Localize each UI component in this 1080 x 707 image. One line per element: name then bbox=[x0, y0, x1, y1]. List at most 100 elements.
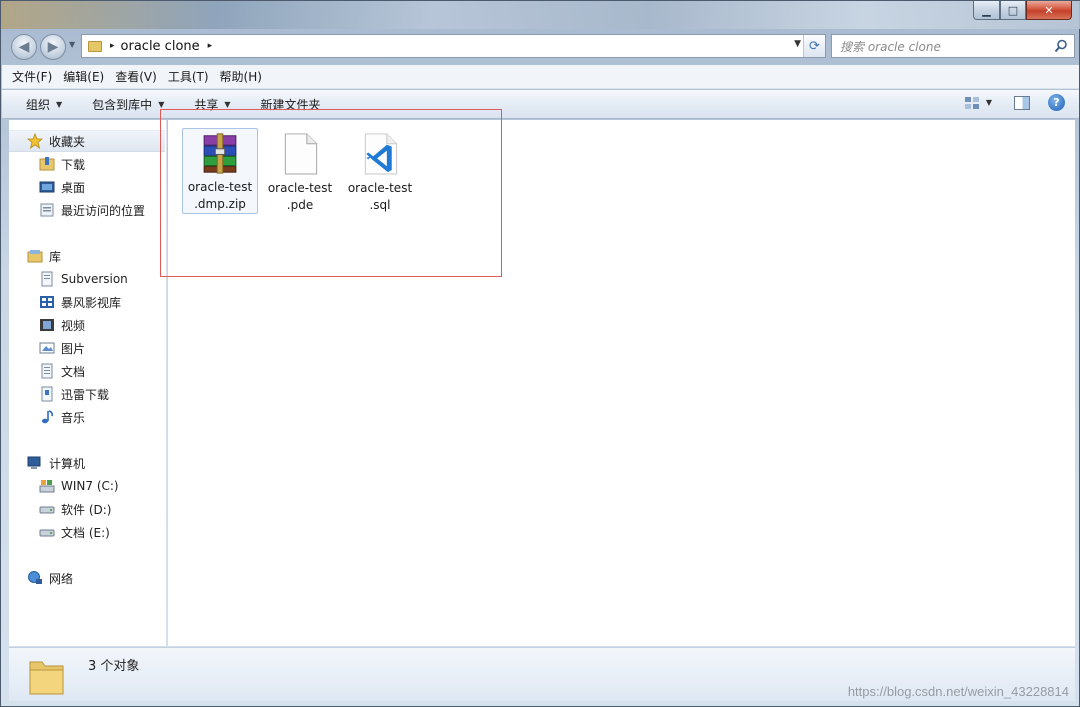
menu-file[interactable]: 文件(F) bbox=[12, 68, 52, 85]
hard-drive-icon bbox=[39, 529, 55, 537]
folder-icon bbox=[88, 40, 102, 52]
star-icon bbox=[27, 133, 43, 149]
details-pane: 3 个对象 https://blog.csdn.net/weixin_43228… bbox=[9, 647, 1075, 701]
menu-tools[interactable]: 工具(T) bbox=[168, 68, 209, 85]
nav-item-baofeng-library[interactable]: 暴风影视库 bbox=[9, 291, 165, 313]
explorer-window: ▁ □ ✕ ◀ ▶ ▼ ▸ oracle clone ▸ ▼ ⟳ 搜索 orac… bbox=[0, 0, 1080, 707]
nav-computer[interactable]: 计算机 bbox=[9, 452, 165, 474]
picture-icon bbox=[39, 342, 55, 354]
preview-pane-icon[interactable] bbox=[1014, 95, 1030, 110]
search-placeholder: 搜索 oracle clone bbox=[840, 39, 941, 54]
nav-network[interactable]: 网络 bbox=[9, 567, 165, 589]
chevron-down-icon: ▼ bbox=[56, 99, 63, 109]
nav-item-music[interactable]: 音乐 bbox=[9, 406, 165, 428]
minimize-button[interactable]: ▁ bbox=[973, 1, 1000, 20]
toolbar-right-group: ▼ ? bbox=[964, 94, 1065, 111]
help-icon[interactable]: ? bbox=[1048, 94, 1065, 111]
back-button[interactable]: ◀ bbox=[11, 34, 37, 60]
recent-places-icon bbox=[40, 203, 54, 217]
nav-favorites[interactable]: 收藏夹 bbox=[9, 130, 165, 152]
nav-favorites-label: 收藏夹 bbox=[49, 134, 86, 149]
refresh-icon: ⟳ bbox=[809, 38, 820, 54]
forward-button[interactable]: ▶ bbox=[40, 34, 66, 60]
breadcrumb-current-folder[interactable]: oracle clone bbox=[121, 39, 200, 54]
nav-item-pictures[interactable]: 图片 bbox=[9, 337, 165, 359]
nav-item-label: 桌面 bbox=[61, 180, 86, 195]
film-icon bbox=[40, 319, 54, 331]
forward-arrow-icon: ▶ bbox=[47, 39, 59, 55]
minimize-icon: ▁ bbox=[982, 3, 991, 17]
nav-item-label: 文档 bbox=[61, 364, 86, 379]
libraries-icon bbox=[27, 250, 43, 263]
downloads-folder-icon bbox=[39, 157, 55, 171]
nav-item-subversion[interactable]: Subversion bbox=[9, 268, 165, 290]
search-input[interactable]: 搜索 oracle clone bbox=[831, 34, 1075, 58]
nav-item-label: 暴风影视库 bbox=[61, 295, 122, 310]
navigation-pane: 收藏夹 下载 桌面 最近访问的位置 库 Subversion 暴风影视库 视频 … bbox=[9, 120, 167, 646]
search-icon[interactable] bbox=[1054, 39, 1068, 53]
nav-item-label: 图片 bbox=[61, 341, 86, 356]
navigation-row: ◀ ▶ ▼ ▸ oracle clone ▸ ▼ ⟳ 搜索 oracle clo… bbox=[9, 32, 1075, 62]
video-library-icon bbox=[40, 296, 54, 308]
desktop-icon bbox=[39, 181, 55, 193]
nav-item-recent-places[interactable]: 最近访问的位置 bbox=[9, 199, 165, 221]
nav-item-label: WIN7 (C:) bbox=[61, 479, 119, 493]
title-bar[interactable] bbox=[1, 1, 1080, 29]
nav-item-label: 文档 (E:) bbox=[61, 525, 110, 540]
nav-item-drive-d[interactable]: 软件 (D:) bbox=[9, 498, 165, 520]
nav-item-downloads[interactable]: 下载 bbox=[9, 153, 165, 175]
item-count-text: 3 个对象 bbox=[88, 659, 140, 674]
back-arrow-icon: ◀ bbox=[18, 39, 30, 55]
nav-item-xunlei-downloads[interactable]: 迅雷下载 bbox=[9, 383, 165, 405]
watermark-text: https://blog.csdn.net/weixin_43228814 bbox=[847, 684, 1069, 699]
organize-button[interactable]: 组织 ▼ bbox=[26, 96, 62, 113]
maximize-icon: □ bbox=[1007, 3, 1019, 17]
system-drive-icon bbox=[39, 480, 55, 493]
nav-item-drive-c[interactable]: WIN7 (C:) bbox=[9, 475, 165, 497]
folder-icon bbox=[29, 661, 64, 695]
chevron-down-icon: ▼ bbox=[224, 99, 231, 109]
chevron-down-icon: ▼ bbox=[158, 99, 165, 109]
maximize-button[interactable]: □ bbox=[1000, 1, 1026, 20]
nav-item-documents[interactable]: 文档 bbox=[9, 360, 165, 382]
nav-item-desktop[interactable]: 桌面 bbox=[9, 176, 165, 198]
menu-view[interactable]: 查看(V) bbox=[115, 68, 157, 85]
address-bar[interactable]: ▸ oracle clone ▸ ▼ ⟳ bbox=[81, 34, 826, 58]
change-view-icon[interactable] bbox=[964, 96, 980, 110]
annotation-highlight-box bbox=[160, 109, 502, 277]
nav-item-drive-e[interactable]: 文档 (E:) bbox=[9, 521, 165, 543]
computer-icon bbox=[27, 456, 41, 469]
include-in-library-button[interactable]: 包含到库中 ▼ bbox=[92, 96, 164, 113]
nav-item-label: 迅雷下载 bbox=[61, 387, 110, 402]
close-button[interactable]: ✕ bbox=[1026, 1, 1072, 20]
refresh-button[interactable]: ⟳ bbox=[803, 35, 825, 57]
include-in-library-label: 包含到库中 bbox=[92, 97, 153, 112]
menu-help[interactable]: 帮助(H) bbox=[220, 68, 262, 85]
nav-item-label: 最近访问的位置 bbox=[61, 203, 146, 218]
nav-item-label: 下载 bbox=[61, 157, 86, 172]
document-library-icon bbox=[41, 271, 53, 287]
nav-libraries-label: 库 bbox=[49, 249, 62, 264]
recent-pages-dropdown-icon[interactable]: ▼ bbox=[69, 40, 75, 49]
nav-item-label: 音乐 bbox=[61, 410, 86, 425]
close-icon: ✕ bbox=[1044, 3, 1054, 17]
download-library-icon bbox=[41, 386, 53, 402]
breadcrumb-separator-icon[interactable]: ▸ bbox=[208, 41, 213, 51]
document-icon bbox=[41, 363, 53, 379]
nav-item-label: 视频 bbox=[61, 318, 86, 333]
network-icon bbox=[28, 571, 42, 584]
nav-item-videos[interactable]: 视频 bbox=[9, 314, 165, 336]
address-history-dropdown-icon[interactable]: ▼ bbox=[794, 39, 801, 49]
nav-item-label: Subversion bbox=[61, 272, 128, 286]
nav-computer-label: 计算机 bbox=[49, 456, 86, 471]
music-note-icon bbox=[42, 410, 53, 424]
nav-network-label: 网络 bbox=[49, 571, 74, 586]
menu-bar: 文件(F) 编辑(E) 查看(V) 工具(T) 帮助(H) bbox=[2, 65, 1079, 89]
view-options-chevron-icon[interactable]: ▼ bbox=[986, 98, 992, 107]
nav-libraries[interactable]: 库 bbox=[9, 245, 165, 267]
nav-item-label: 软件 (D:) bbox=[61, 502, 112, 517]
organize-label: 组织 bbox=[26, 97, 51, 112]
window-controls: ▁ □ ✕ bbox=[973, 1, 1072, 20]
breadcrumb-separator-icon[interactable]: ▸ bbox=[110, 41, 115, 51]
menu-edit[interactable]: 编辑(E) bbox=[63, 68, 104, 85]
